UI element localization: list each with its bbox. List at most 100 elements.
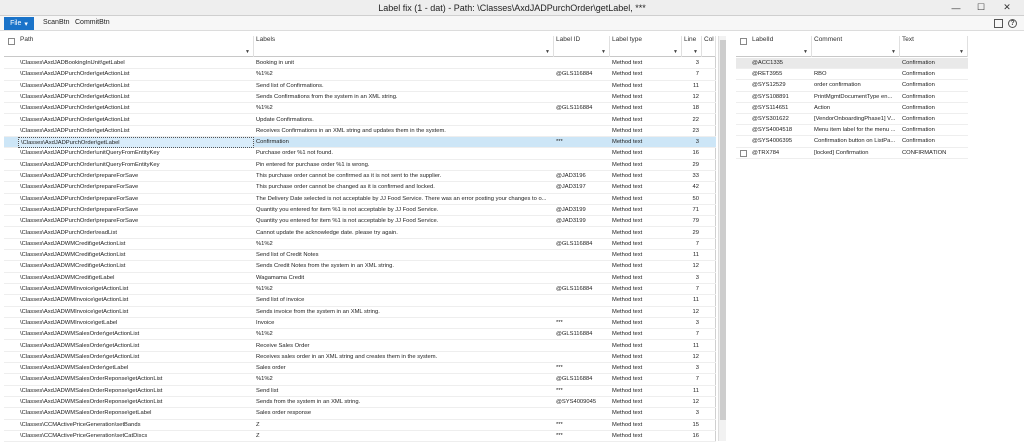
table-row[interactable]: \Classes\AxdJADPurchOrder\prepareForSave… bbox=[4, 182, 716, 194]
filter-labelid[interactable]: ▼ bbox=[750, 47, 812, 57]
table-row[interactable]: \Classes\AxdJADWMSalesOrderReponse\getAc… bbox=[4, 386, 716, 397]
table-row[interactable]: \Classes\AxdJADPurchOrder\getActionList S… bbox=[4, 92, 716, 104]
cell-line: 12 bbox=[692, 399, 699, 405]
table-row[interactable]: \Classes\AxdJADPurchOrder\prepareForSave… bbox=[4, 216, 716, 228]
dropdown-arrow-icon: ▼ bbox=[959, 49, 964, 55]
file-menu-button[interactable]: File ▾ bbox=[4, 17, 34, 30]
cell-text: Confirmation bbox=[902, 138, 935, 145]
panel-toggle-icon[interactable] bbox=[994, 19, 1003, 28]
table-row[interactable]: \Classes\AxdJADPurchOrder\getActionList U… bbox=[4, 115, 716, 126]
vertical-scrollbar[interactable] bbox=[718, 36, 726, 441]
column-header-label-id[interactable]: Label ID bbox=[554, 36, 610, 47]
select-all-checkbox[interactable] bbox=[740, 38, 747, 45]
table-row[interactable]: \Classes\AxdJADWMCredit\getLabel Wagamama… bbox=[4, 273, 716, 284]
list-item[interactable]: @ACC1335 Confirmation bbox=[736, 58, 968, 70]
table-row[interactable]: \Classes\AxdJADPurchOrder\unitQueryFromE… bbox=[4, 148, 716, 160]
filter-label-id[interactable]: ▼ bbox=[554, 47, 610, 57]
list-item[interactable]: @RET3955 RBO Confirmation bbox=[736, 69, 968, 81]
scan-button[interactable]: ScanBtn bbox=[43, 19, 69, 26]
cell-line: 3 bbox=[695, 410, 699, 417]
filter-col[interactable] bbox=[702, 47, 716, 57]
cell-label-type: Method text bbox=[612, 410, 643, 417]
column-header-col[interactable]: Col bbox=[702, 36, 716, 47]
table-row[interactable]: \Classes\AxdJADWMInvoice\getActionList Se… bbox=[4, 307, 716, 318]
cell-path: \Classes\AxdJADWMInvoice\getActionList bbox=[20, 286, 129, 292]
table-row[interactable]: \Classes\AxdJADWMInvoice\getLabel Invoice… bbox=[4, 318, 716, 330]
list-item[interactable]: @SYS12529 order confirmation Confirmation bbox=[736, 80, 968, 92]
cell-path: \Classes\AxdJADWMSalesOrderReponse\getAc… bbox=[20, 399, 163, 405]
select-all-checkbox[interactable] bbox=[8, 38, 15, 45]
filter-comment[interactable]: ▼ bbox=[812, 47, 900, 57]
table-row[interactable]: \Classes\AxdJADPurchOrder\prepareForSave… bbox=[4, 194, 716, 205]
table-row[interactable]: \Classes\AxdJADWMInvoice\getActionList Se… bbox=[4, 295, 716, 307]
table-row[interactable]: \Classes\AxdJADWMSalesOrder\getActionLis… bbox=[4, 341, 716, 352]
cell-path: \Classes\AxdJADPurchOrder\getActionList bbox=[20, 105, 130, 112]
table-row[interactable]: \Classes\AxdJADPurchOrder\getActionList%… bbox=[4, 103, 716, 115]
filter-line[interactable]: ▼ bbox=[682, 47, 702, 57]
table-row[interactable]: \Classes\AxdJADWMInvoice\getActionList %1… bbox=[4, 284, 716, 296]
table-row[interactable]: \Classes\AxdJADWMSalesOrder\getActionLis… bbox=[4, 329, 716, 341]
table-row[interactable]: \Classes\AxdJADPurchOrder\getActionList R… bbox=[4, 126, 716, 138]
cell-text: CONFIRMATION bbox=[902, 149, 947, 156]
filter-text[interactable]: ▼ bbox=[900, 47, 968, 57]
cell-line: 33 bbox=[692, 173, 699, 179]
list-item[interactable]: @SYS4006395 Confirmation button on ListPa… bbox=[736, 136, 968, 148]
filter-label-type[interactable]: ▼ bbox=[610, 47, 682, 57]
cell-path: \Classes\AxdJADWMCredit\getActionList bbox=[20, 263, 126, 270]
close-icon[interactable]: ✕ bbox=[996, 0, 1018, 15]
cell-label-type: Method text bbox=[612, 206, 643, 213]
table-row[interactable]: \Classes\AxdJADWMCredit\getActionList Sen… bbox=[4, 261, 716, 273]
table-row[interactable]: \Classes\AxdJADBookingInUnit\getLabel Boo… bbox=[4, 58, 716, 70]
cell-labelid: @SYS301622 bbox=[752, 116, 789, 122]
table-row[interactable]: \Classes\AxdJADPurchOrder\prepareForSave… bbox=[4, 171, 716, 183]
cell-text: Confirmation bbox=[902, 93, 935, 100]
table-row[interactable]: \Classes\AxdJADPurchOrder\getLabel Confir… bbox=[4, 137, 716, 149]
cell-label-id: *** bbox=[556, 432, 563, 439]
table-row[interactable]: \Classes\AxdJADWMCredit\getActionList Sen… bbox=[4, 250, 716, 262]
table-row[interactable]: \Classes\AxdJADWMSalesOrderReponse\getAc… bbox=[4, 397, 716, 409]
minimize-icon[interactable]: — bbox=[945, 0, 967, 15]
scrollbar-thumb[interactable] bbox=[720, 40, 726, 420]
cell-line: 7 bbox=[695, 240, 699, 247]
cell-comment bbox=[812, 58, 900, 69]
row-checkbox[interactable] bbox=[740, 149, 747, 157]
list-item[interactable]: @SYS301622 [VendorOnboardingPhase1] V... C… bbox=[736, 114, 968, 126]
cell-line: 7 bbox=[695, 376, 699, 383]
list-item[interactable]: @SYS114651 Action Confirmation bbox=[736, 103, 968, 114]
cell-label-id bbox=[554, 126, 610, 137]
table-row[interactable]: \Classes\AxdJADWMSalesOrderReponse\getLa… bbox=[4, 408, 716, 420]
list-item[interactable]: @SYS4004518 Menu item label for the menu … bbox=[736, 125, 968, 137]
table-row[interactable]: \Classes\AxdJADPurchOrder\unitQueryFromE… bbox=[4, 160, 716, 171]
commit-button[interactable]: CommitBtn bbox=[75, 19, 110, 26]
cell-label-type: Method text bbox=[612, 173, 643, 179]
cell-label-type: Method text bbox=[612, 376, 643, 383]
filter-path[interactable]: ▼ bbox=[18, 47, 254, 57]
cell-line: 3 bbox=[695, 365, 699, 372]
table-row[interactable]: \Classes\AxdJADPurchOrder\getActionList S… bbox=[4, 81, 716, 92]
cell-labels: Quantity you entered for item %1 is not … bbox=[256, 206, 439, 213]
table-row[interactable]: \Classes\AxdJADWMSalesOrder\getActionLis… bbox=[4, 352, 716, 364]
table-row[interactable]: \Classes\AxdJADPurchOrder\prepareForSave… bbox=[4, 205, 716, 217]
list-item[interactable]: @TRX784 [locked] Confirmation CONFIRMATION bbox=[736, 148, 968, 159]
table-row[interactable]: \Classes\AxdJADWMSalesOrderReponse\getAc… bbox=[4, 374, 716, 386]
table-row[interactable]: \Classes\AxdJADPurchOrder\readList Cannot… bbox=[4, 228, 716, 239]
column-header-line[interactable]: Line bbox=[682, 36, 702, 47]
table-row[interactable]: \Classes\CCMActivePriceGeneration\setBan… bbox=[4, 420, 716, 431]
help-icon[interactable]: ? bbox=[1008, 19, 1017, 28]
table-row[interactable]: \Classes\AxdJADWMSalesOrder\getLabel Sale… bbox=[4, 363, 716, 375]
list-item[interactable]: @SYS108891 PrintMgmtDocumentType en... Con… bbox=[736, 92, 968, 103]
column-header-label-type[interactable]: Label type bbox=[610, 36, 682, 47]
column-header-labels[interactable]: Labels bbox=[254, 36, 554, 47]
maximize-icon[interactable]: ☐ bbox=[970, 0, 992, 15]
column-header-path[interactable]: Path bbox=[18, 36, 254, 47]
column-header-labelid[interactable]: LabelId bbox=[750, 36, 812, 47]
filter-labels[interactable]: ▼ bbox=[254, 47, 554, 57]
table-row[interactable]: \Classes\AxdJADWMCredit\getActionList %1%… bbox=[4, 239, 716, 251]
cell-line: 7 bbox=[695, 71, 699, 78]
column-header-comment[interactable]: Comment bbox=[812, 36, 900, 47]
cell-path: \Classes\AxdJADPurchOrder\unitQueryFromE… bbox=[20, 161, 160, 168]
table-row[interactable]: \Classes\CCMActivePriceGeneration\setCat… bbox=[4, 431, 716, 443]
cell-line: 11 bbox=[692, 387, 699, 394]
table-row[interactable]: \Classes\AxdJADPurchOrder\getActionList%… bbox=[4, 69, 716, 81]
column-header-text[interactable]: Text bbox=[900, 36, 968, 47]
